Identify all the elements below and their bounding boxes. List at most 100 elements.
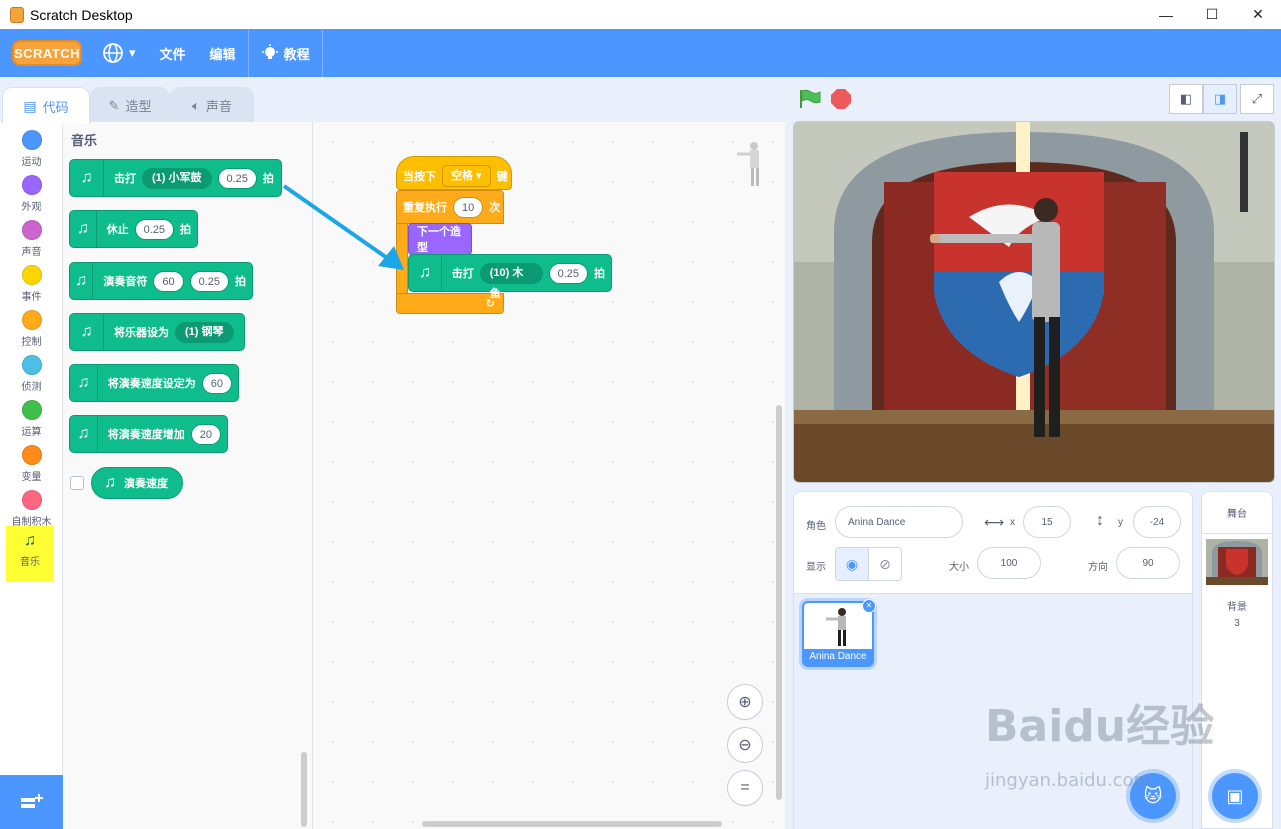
edit-menu[interactable]: 编辑 <box>198 29 248 77</box>
tempo-monitor-checkbox[interactable] <box>70 476 84 490</box>
chevron-down-icon: ▾ <box>129 45 136 60</box>
app-icon <box>10 6 24 23</box>
category-music[interactable]: ♫ 音乐 <box>6 526 54 582</box>
minimize-button[interactable]: — <box>1143 0 1189 29</box>
next-costume-block[interactable]: 下一个造型 <box>408 223 472 255</box>
repeat-block[interactable]: 重复执行 10 次 <box>396 190 504 224</box>
tempo-input[interactable]: 60 <box>201 372 232 394</box>
stop-icon[interactable] <box>831 89 851 109</box>
tab-sounds[interactable]: 🔈︎ 声音 <box>170 87 254 123</box>
show-sprite-button[interactable]: ◉ <box>835 547 869 581</box>
close-button[interactable]: ✕ <box>1235 0 1281 29</box>
category-variables[interactable]: 变量 <box>0 441 63 485</box>
block-text: 拍 <box>594 268 605 280</box>
size-label: 大小 <box>949 562 969 573</box>
fullscreen-button[interactable]: ⤢ <box>1240 84 1274 114</box>
choose-backdrop-button[interactable]: ▣ <box>1212 773 1258 819</box>
instrument-dropdown[interactable]: (1) 钢琴 <box>175 321 234 343</box>
small-stage-button[interactable]: ◧ <box>1169 84 1203 114</box>
workspace-horizontal-scrollbar[interactable] <box>422 821 722 827</box>
sprite-name-input[interactable]: Anina Dance <box>835 506 963 538</box>
play-drum-script-block[interactable]: ♫ 击打 (10) 木鱼 0.25 拍 <box>408 254 612 300</box>
tab-code[interactable]: ▤ 代码 <box>2 87 90 124</box>
music-note-icon: ♫ <box>70 365 98 401</box>
maximize-button[interactable]: ☐ <box>1189 0 1235 29</box>
category-label: 运动 <box>21 157 42 168</box>
eye-off-icon: ⊘ <box>879 555 891 572</box>
repeat-count-input[interactable]: 10 <box>453 196 484 218</box>
hide-sprite-button[interactable]: ⊘ <box>868 547 902 581</box>
palette-scrollbar[interactable] <box>301 752 307 827</box>
variables-color-dot <box>21 445 42 465</box>
tutorials-menu[interactable]: 教程 <box>249 29 322 77</box>
category-operators[interactable]: 运算 <box>0 396 63 440</box>
stage-canvas[interactable] <box>793 121 1275 483</box>
block-text: 将演奏速度增加 <box>107 429 185 441</box>
category-events[interactable]: 事件 <box>0 261 63 305</box>
y-position-input[interactable]: -24 <box>1133 506 1181 538</box>
direction-input[interactable]: 90 <box>1116 547 1180 579</box>
category-label: 控制 <box>21 337 42 348</box>
backdrop-label: 背景 <box>1227 602 1247 613</box>
category-sound[interactable]: 声音 <box>0 216 63 260</box>
scratch-logo[interactable]: SCRATCH <box>12 40 82 66</box>
language-menu[interactable]: ▾ <box>90 29 148 77</box>
play-note-block[interactable]: ♫ 演奏音符 60 0.25 拍 <box>69 262 253 300</box>
category-control[interactable]: 控制 <box>0 306 63 350</box>
normal-stage-button[interactable]: ◨ <box>1203 84 1237 114</box>
zoom-in-button[interactable]: ⊕ <box>727 684 763 720</box>
add-extension-button[interactable] <box>0 775 63 829</box>
key-dropdown[interactable]: 空格 ▾ <box>442 165 491 187</box>
file-menu[interactable]: 文件 <box>148 29 198 77</box>
tab-code-label: 代码 <box>42 99 69 115</box>
beats-input[interactable]: 0.25 <box>217 167 257 189</box>
block-text: 休止 <box>106 224 129 236</box>
category-label: 变量 <box>21 472 42 483</box>
y-label: y <box>1118 517 1123 528</box>
music-note-icon: ♫ <box>409 255 442 291</box>
category-label: 事件 <box>21 292 42 303</box>
menu-divider <box>321 29 323 77</box>
zoom-out-button[interactable]: ⊖ <box>727 727 763 763</box>
code-icon: ▤ <box>23 97 37 114</box>
beats-input[interactable]: 0.25 <box>548 262 588 284</box>
key-value: 空格 <box>451 170 473 182</box>
fullscreen-icon: ⤢ <box>1251 91 1263 106</box>
tempo-reporter[interactable]: ♫ 演奏速度 <box>91 467 183 499</box>
annotation-arrow <box>282 184 404 270</box>
tab-costumes[interactable]: ✎ 造型 <box>90 87 170 123</box>
drum-dropdown[interactable]: (10) 木鱼 <box>479 262 543 300</box>
x-position-input[interactable]: 15 <box>1023 506 1071 538</box>
category-motion[interactable]: 运动 <box>0 126 63 170</box>
tab-costumes-label: 造型 <box>125 99 152 114</box>
zoom-reset-button[interactable]: = <box>727 770 763 806</box>
category-sensing[interactable]: 侦测 <box>0 351 63 395</box>
category-label: 音乐 <box>20 557 40 568</box>
set-instrument-block[interactable]: ♫ 将乐器设为 (1) 钢琴 <box>69 313 245 351</box>
when-key-pressed-block[interactable]: 当按下 空格 ▾ 键 <box>396 156 512 190</box>
delete-sprite-icon[interactable]: ✕ <box>862 599 876 613</box>
note-input[interactable]: 60 <box>153 270 184 292</box>
workspace-vertical-scrollbar[interactable] <box>776 405 782 800</box>
category-menu: 运动 外观 声音 事件 控制 侦测 运算 变量 自制积木 ♫ 音乐 <box>0 122 63 829</box>
set-tempo-block[interactable]: ♫ 将演奏速度设定为 60 <box>69 364 239 402</box>
drum-dropdown[interactable]: (1) 小军鼓 <box>142 167 212 189</box>
beats-input[interactable]: 0.25 <box>189 270 229 292</box>
play-drum-block[interactable]: ♫ 击打 (1) 小军鼓 0.25 拍 <box>69 159 282 197</box>
sprite-thumbnail[interactable]: ✕ Anina Dance <box>802 599 876 667</box>
sprite-label: 角色 <box>806 521 826 532</box>
add-extension-icon <box>20 794 43 808</box>
block-text: 击打 <box>114 173 136 185</box>
change-tempo-block[interactable]: ♫ 将演奏速度增加 20 <box>69 415 228 453</box>
rest-block[interactable]: ♫ 休止 0.25 拍 <box>69 210 198 248</box>
green-flag-icon[interactable] <box>799 89 821 109</box>
category-my-blocks[interactable]: 自制积木 <box>0 486 63 530</box>
control-color-dot <box>21 310 42 330</box>
globe-icon <box>103 43 123 63</box>
category-looks[interactable]: 外观 <box>0 171 63 215</box>
tutorials-label: 教程 <box>283 46 310 62</box>
size-input[interactable]: 100 <box>977 547 1041 579</box>
tempo-change-input[interactable]: 20 <box>190 423 221 445</box>
block-text: 将乐器设为 <box>114 327 169 339</box>
beats-input[interactable]: 0.25 <box>134 218 174 240</box>
